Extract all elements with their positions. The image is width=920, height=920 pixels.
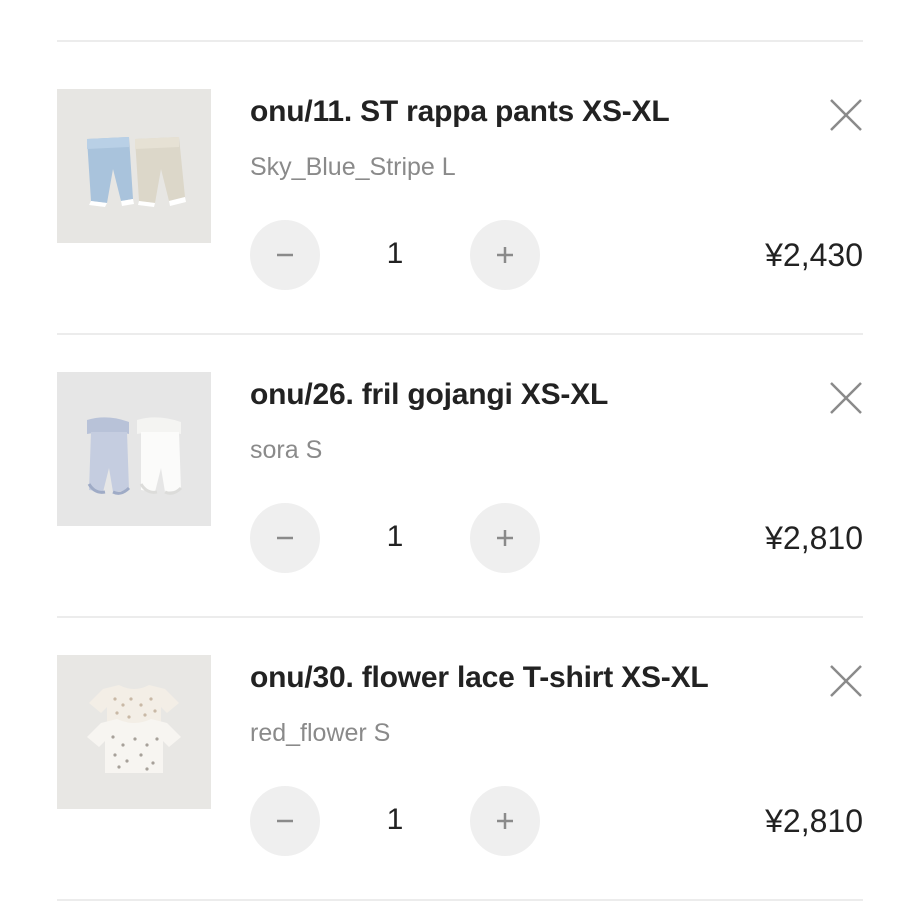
cart-item: onu/26. fril gojangi XS-XL sora S 1 ¥2,8… bbox=[0, 372, 920, 612]
close-icon bbox=[830, 382, 862, 414]
tshirt-product-photo bbox=[57, 655, 211, 809]
product-variant: sora S bbox=[250, 436, 323, 464]
increase-quantity-button[interactable] bbox=[470, 786, 540, 856]
quantity-value: 1 bbox=[386, 803, 404, 836]
minus-icon bbox=[277, 536, 293, 540]
divider bbox=[57, 333, 863, 335]
product-title[interactable]: onu/30. flower lace T-shirt XS-XL bbox=[250, 661, 709, 695]
divider bbox=[57, 899, 863, 901]
close-icon bbox=[830, 99, 862, 131]
close-icon bbox=[830, 665, 862, 697]
product-title[interactable]: onu/11. ST rappa pants XS-XL bbox=[250, 95, 670, 129]
remove-item-button[interactable] bbox=[826, 378, 866, 418]
romper-product-photo bbox=[57, 372, 211, 526]
decrease-quantity-button[interactable] bbox=[250, 220, 320, 290]
remove-item-button[interactable] bbox=[826, 661, 866, 701]
pants-product-photo bbox=[57, 89, 211, 243]
product-variant: red_flower S bbox=[250, 719, 391, 747]
item-price: ¥2,810 bbox=[765, 803, 863, 839]
item-price: ¥2,810 bbox=[765, 520, 863, 556]
plus-icon bbox=[497, 247, 513, 263]
plus-icon bbox=[497, 813, 513, 829]
product-image[interactable] bbox=[57, 89, 211, 243]
product-image[interactable] bbox=[57, 655, 211, 809]
cart-item: onu/11. ST rappa pants XS-XL Sky_Blue_St… bbox=[0, 89, 920, 329]
divider bbox=[57, 616, 863, 618]
minus-icon bbox=[277, 819, 293, 823]
decrease-quantity-button[interactable] bbox=[250, 786, 320, 856]
minus-icon bbox=[277, 253, 293, 257]
decrease-quantity-button[interactable] bbox=[250, 503, 320, 573]
cart-item: onu/30. flower lace T-shirt XS-XL red_fl… bbox=[0, 655, 920, 895]
increase-quantity-button[interactable] bbox=[470, 220, 540, 290]
plus-icon bbox=[497, 530, 513, 546]
product-variant: Sky_Blue_Stripe L bbox=[250, 153, 456, 181]
product-image[interactable] bbox=[57, 372, 211, 526]
quantity-value: 1 bbox=[386, 520, 404, 553]
remove-item-button[interactable] bbox=[826, 95, 866, 135]
quantity-value: 1 bbox=[386, 237, 404, 270]
increase-quantity-button[interactable] bbox=[470, 503, 540, 573]
product-title[interactable]: onu/26. fril gojangi XS-XL bbox=[250, 378, 608, 412]
divider bbox=[57, 40, 863, 42]
item-price: ¥2,430 bbox=[765, 237, 863, 273]
